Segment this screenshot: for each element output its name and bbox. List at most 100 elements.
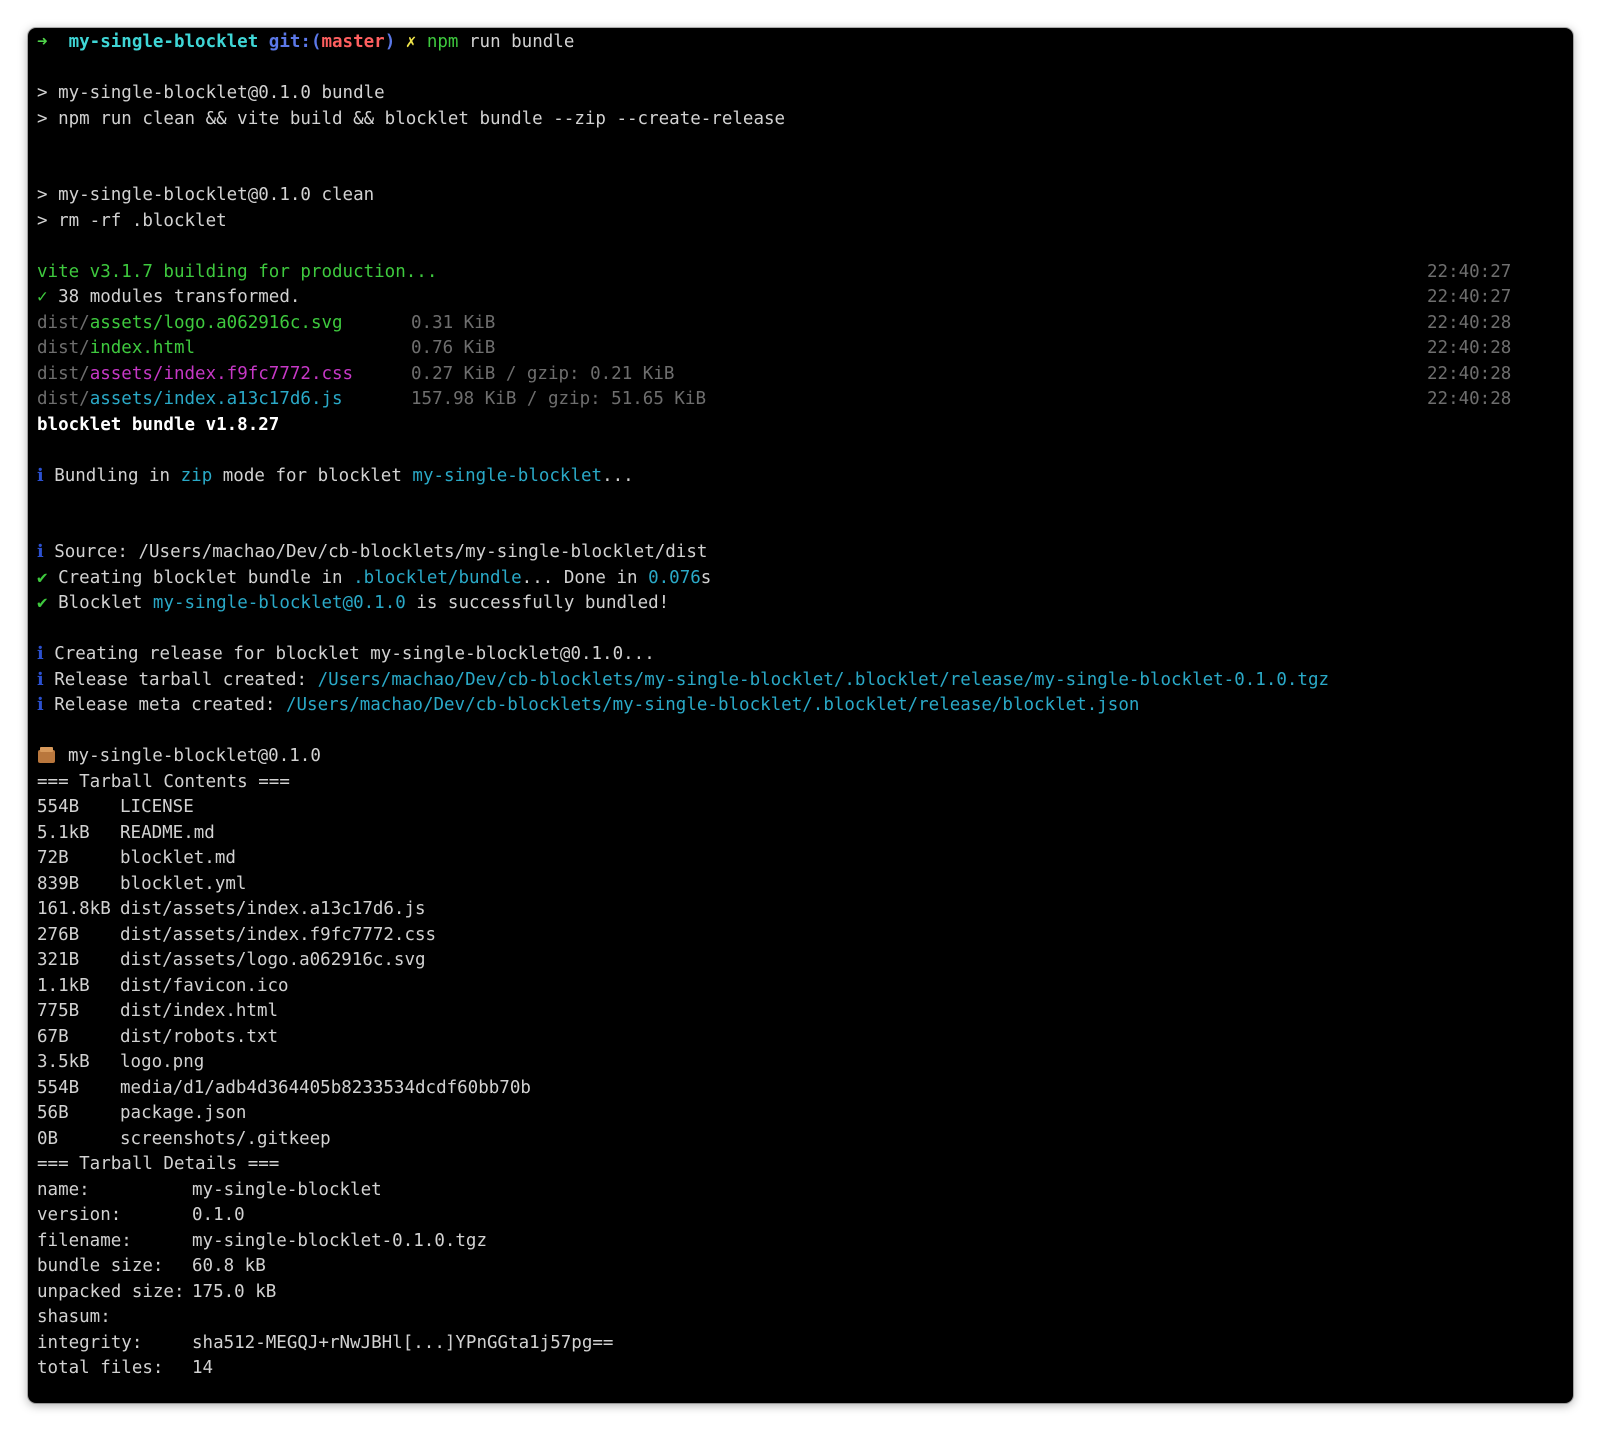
file-path: dist/favicon.ico bbox=[120, 975, 289, 996]
line-text: my-single-blocklet bbox=[412, 465, 603, 486]
detail-value: my-single-blocklet bbox=[192, 1179, 382, 1200]
file-size: 0.27 KiB / gzip: 0.21 KiB bbox=[411, 363, 675, 384]
line-text: 56B bbox=[37, 1103, 69, 1123]
line-text: shasum: bbox=[37, 1307, 111, 1327]
terminal-line: 5.1kB README.md bbox=[37, 821, 1573, 847]
line-text: > npm run clean && vite build && blockle… bbox=[37, 108, 786, 129]
file-path: dist/assets/index.f9fc7772.css bbox=[120, 924, 437, 945]
line-text: npm bbox=[426, 32, 459, 52]
line-text: assets/logo.a062916c.svg bbox=[89, 312, 343, 333]
terminal-line: === Tarball Details === bbox=[37, 1152, 1573, 1178]
line-text: s bbox=[700, 567, 712, 588]
line-text: zip bbox=[180, 465, 213, 486]
line-text: mode for blocklet bbox=[212, 465, 413, 486]
line-text: /Users/machao/Dev/cb-blocklets/my-single… bbox=[317, 669, 1330, 690]
line-text: assets/index.a13c17d6.js bbox=[89, 389, 343, 409]
file-size: 0.31 KiB bbox=[411, 312, 496, 333]
detail-value: 0.1.0 bbox=[192, 1205, 245, 1225]
terminal-line: my-single-blocklet@0.1.0 bbox=[37, 744, 1573, 770]
line-text: 72B bbox=[37, 848, 69, 868]
terminal-line: > my-single-blocklet@0.1.0 clean bbox=[37, 183, 1573, 209]
terminal-line: ✔ Blocklet my-single-blocklet@0.1.0 is s… bbox=[37, 591, 1573, 617]
timestamp: 22:40:28 bbox=[1427, 312, 1512, 333]
terminal-line: blocklet bundle v1.8.27 bbox=[37, 413, 1573, 439]
terminal-line: version: 0.1.0 bbox=[37, 1203, 1573, 1229]
line-text: 839B bbox=[37, 873, 80, 894]
timestamp: 22:40:28 bbox=[1427, 338, 1512, 358]
line-text: unpacked size: bbox=[37, 1281, 185, 1302]
line-text: total files: bbox=[37, 1358, 164, 1378]
file-size: 157.98 KiB / gzip: 51.65 KiB bbox=[411, 389, 707, 409]
line-text: ✔ bbox=[37, 567, 48, 588]
line-text: integrity: bbox=[37, 1332, 143, 1353]
timestamp: 22:40:28 bbox=[1427, 363, 1512, 384]
terminal-line: bundle size: 60.8 kB bbox=[37, 1254, 1573, 1280]
file-path: blocklet.md bbox=[120, 848, 236, 868]
line-text: version: bbox=[37, 1205, 122, 1225]
terminal-output: ➜ my-single-blocklet git:(master) ✗ npm … bbox=[37, 30, 1573, 1382]
terminal-line: 276B dist/assets/index.f9fc7772.css bbox=[37, 923, 1573, 949]
terminal-line: ℹ Release tarball created: /Users/machao… bbox=[37, 668, 1573, 694]
line-text: index.html bbox=[89, 338, 196, 358]
line-text: === Tarball Details === bbox=[37, 1154, 280, 1174]
terminal-line: ✔ Creating blocklet bundle in .blocklet/… bbox=[37, 566, 1573, 592]
file-path: screenshots/.gitkeep bbox=[120, 1128, 331, 1149]
line-text: .blocklet/bundle bbox=[353, 567, 522, 588]
terminal-line: vite v3.1.7 building for production... 22… bbox=[37, 260, 1573, 286]
terminal-line: integrity: sha512-MEGQJ+rNwJBHl[...]YPnGG… bbox=[37, 1331, 1573, 1357]
terminal-line: filename: my-single-blocklet-0.1.0.tgz bbox=[37, 1229, 1573, 1255]
terminal-line: ✓ 38 modules transformed. 22:40:27 bbox=[37, 285, 1573, 311]
file-path: logo.png bbox=[120, 1052, 205, 1072]
line-text: master bbox=[321, 32, 385, 52]
terminal-line: 56B package.json bbox=[37, 1101, 1573, 1127]
line-text: ✔ bbox=[37, 593, 48, 613]
detail-value: 14 bbox=[192, 1358, 214, 1378]
terminal-line: ℹ Creating release for blocklet my-singl… bbox=[37, 642, 1573, 668]
line-text: ... Done in bbox=[521, 567, 649, 588]
terminal-line: 839B blocklet.yml bbox=[37, 872, 1573, 898]
line-text: 321B bbox=[37, 950, 80, 970]
line-text: dist/ bbox=[37, 363, 90, 384]
line-text: ... bbox=[602, 465, 634, 486]
line-text: dist/ bbox=[37, 389, 90, 409]
terminal-line: 321B dist/assets/logo.a062916c.svg bbox=[37, 948, 1573, 974]
line-text: vite v3.1.7 building for production... bbox=[37, 261, 438, 282]
terminal-line: ℹ Bundling in zip mode for blocklet my-s… bbox=[37, 464, 1573, 490]
line-text: ℹ bbox=[37, 669, 44, 690]
line-text: my-single-blocklet@0.1.0 bbox=[152, 593, 406, 613]
terminal-line: 161.8kB dist/assets/index.a13c17d6.js bbox=[37, 897, 1573, 923]
terminal-line: dist/assets/index.a13c17d6.js 157.98 KiB … bbox=[37, 387, 1573, 413]
line-text: 0.076 bbox=[648, 567, 701, 588]
terminal-window[interactable]: ➜ my-single-blocklet git:(master) ✗ npm … bbox=[28, 28, 1573, 1403]
line-text: 161.8kB bbox=[37, 899, 111, 919]
line-text: 5.1kB bbox=[37, 822, 90, 843]
line-text: ℹ bbox=[37, 542, 44, 562]
detail-value: my-single-blocklet-0.1.0.tgz bbox=[192, 1230, 488, 1251]
line-text: git:( bbox=[258, 32, 322, 52]
line-text: === Tarball Contents === bbox=[37, 771, 290, 792]
terminal-line: ℹ Release meta created: /Users/machao/De… bbox=[37, 693, 1573, 719]
file-size: 0.76 KiB bbox=[411, 338, 496, 358]
line-text: ✓ bbox=[37, 287, 48, 307]
terminal-line: 67B dist/robots.txt bbox=[37, 1025, 1573, 1051]
line-text: 554B bbox=[37, 797, 80, 817]
line-text: run bundle bbox=[458, 32, 575, 52]
line-text: dist/ bbox=[37, 338, 90, 358]
terminal-line: total files: 14 bbox=[37, 1356, 1573, 1382]
line-text: 0B bbox=[37, 1128, 59, 1149]
line-text: name: bbox=[37, 1179, 90, 1200]
file-path: LICENSE bbox=[120, 797, 194, 817]
line-text: Source: /Users/machao/Dev/cb-blocklets/m… bbox=[43, 542, 708, 562]
line-text: 1.1kB bbox=[37, 975, 90, 996]
line-text: Blocklet bbox=[47, 593, 153, 613]
line-text: assets/index.f9fc7772.css bbox=[89, 363, 354, 384]
detail-value: 60.8 kB bbox=[192, 1256, 266, 1276]
package-icon bbox=[37, 747, 56, 763]
